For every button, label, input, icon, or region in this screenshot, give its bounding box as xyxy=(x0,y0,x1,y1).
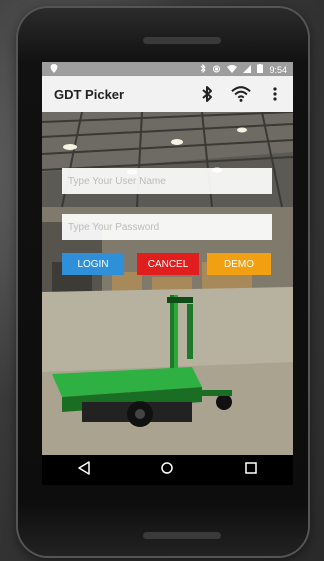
wifi-icon[interactable] xyxy=(231,83,251,105)
back-icon[interactable] xyxy=(77,460,91,480)
signal-icon xyxy=(243,64,252,75)
status-bar: 9:54 xyxy=(42,62,293,76)
app-title: GDT Picker xyxy=(54,87,125,102)
password-input[interactable] xyxy=(62,214,272,240)
home-icon[interactable] xyxy=(160,461,174,480)
status-icons: 9:54 xyxy=(200,63,287,75)
vibrate-icon xyxy=(212,65,221,75)
location-icon xyxy=(50,64,58,75)
status-time: 9:54 xyxy=(269,64,287,75)
android-nav-bar xyxy=(42,455,293,485)
login-content: LOGIN CANCEL DEMO xyxy=(42,112,293,455)
username-input[interactable] xyxy=(62,168,272,194)
overflow-menu-icon[interactable] xyxy=(265,83,285,105)
background-scene: 9:54 GDT Picker Type Your User Name LOGI… xyxy=(0,0,324,561)
demo-button[interactable]: DEMO xyxy=(207,253,271,275)
bluetooth-icon[interactable] xyxy=(197,83,217,105)
phone-screen: 9:54 GDT Picker Type Your User Name LOGI… xyxy=(42,62,293,485)
wifi-status-icon xyxy=(227,64,238,75)
bottom-speaker xyxy=(143,532,221,539)
app-bar-actions xyxy=(197,83,285,105)
recents-icon[interactable] xyxy=(244,461,258,480)
top-speaker xyxy=(143,37,221,44)
warehouse-background-image xyxy=(42,112,293,455)
battery-icon xyxy=(257,64,264,75)
app-bar: GDT Picker xyxy=(42,76,293,112)
login-button[interactable]: LOGIN xyxy=(62,253,124,275)
cancel-button[interactable]: CANCEL xyxy=(137,253,199,275)
bluetooth-status-icon xyxy=(200,63,207,75)
